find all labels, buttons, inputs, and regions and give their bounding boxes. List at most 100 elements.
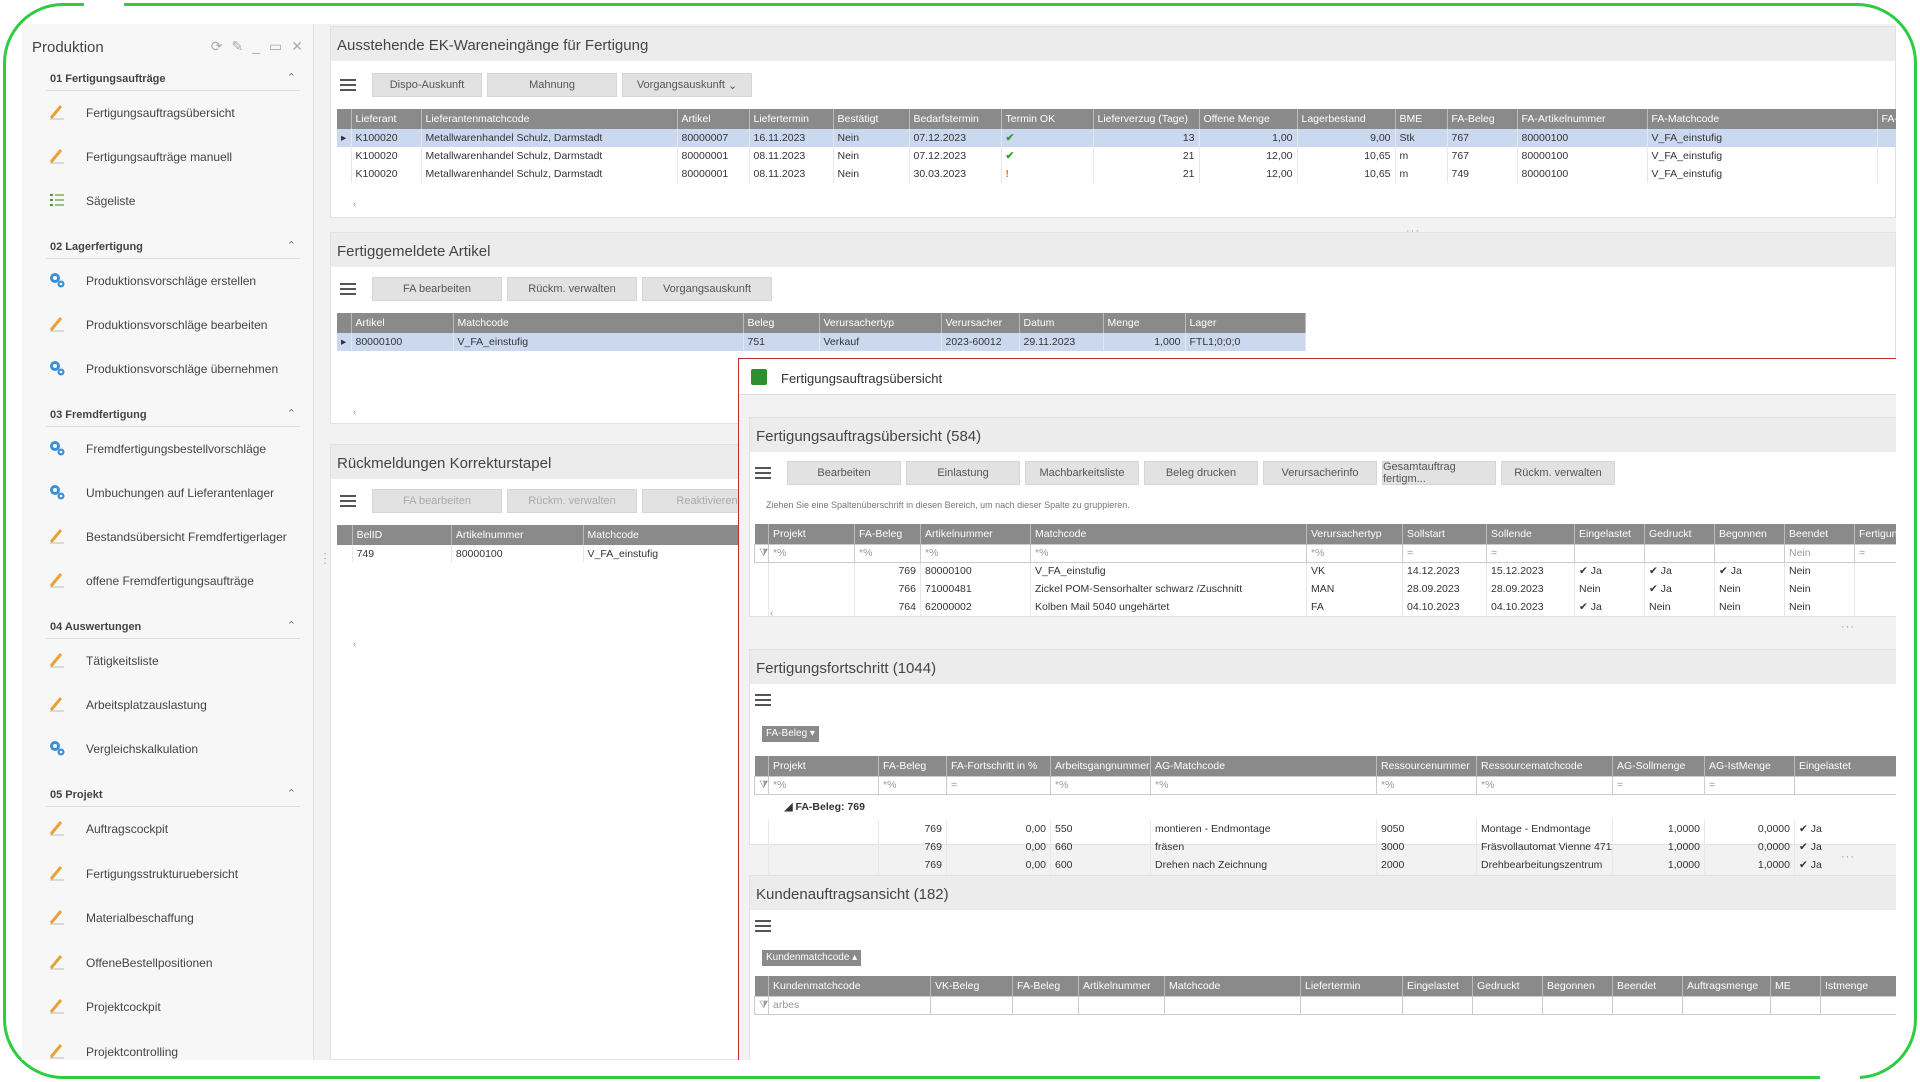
filter-istmenge[interactable]: [1820, 995, 1896, 1015]
col-header-sollende[interactable]: Sollende: [1486, 524, 1575, 544]
filter-beendet[interactable]: Nein: [1784, 543, 1855, 563]
sidebar-item-vergleichskalkulation[interactable]: Vergleichskalkulation: [46, 735, 300, 761]
filter-icon[interactable]: ⧩: [754, 995, 769, 1015]
fa-bearbeiten-button[interactable]: FA bearbeiten: [372, 489, 502, 513]
group-row[interactable]: ◢ FA-Beleg: 769: [754, 794, 1896, 820]
sidebar-section-05-projekt[interactable]: 05 Projekt ⌃: [46, 783, 300, 807]
sidebar-item-fertigungsauftraege-manuell[interactable]: Fertigungsaufträge manuell: [46, 143, 300, 169]
col-header-arbeitsgangnummer[interactable]: Arbeitsgangnummer: [1050, 756, 1151, 776]
filter-ag-matchcode[interactable]: *%: [1150, 775, 1377, 795]
scroll-left-icon[interactable]: ‹: [353, 639, 356, 650]
table-row[interactable]: K100020 Metallwarenhandel Schulz, Darmsta…: [337, 147, 1896, 165]
sidebar-section-03-fremdfertigung[interactable]: 03 Fremdfertigung ⌃: [46, 403, 300, 427]
col-header-matchcode[interactable]: Matchcode: [453, 313, 744, 333]
table-row[interactable]: K100020 Metallwarenhandel Schulz, Darmsta…: [337, 165, 1896, 183]
sidebar-item-projektcontrolling[interactable]: Projektcontrolling: [46, 1038, 300, 1061]
col-header-liefertermin[interactable]: Liefertermin: [749, 109, 834, 129]
col-header-matchcode[interactable]: Matchcode: [1030, 524, 1307, 544]
col-header-begonnen[interactable]: Begonnen: [1542, 976, 1613, 996]
col-header-fa-beleg[interactable]: FA-Beleg: [1447, 109, 1518, 129]
sidebar-item-fertigungsstrukturuebersicht[interactable]: Fertigungsstrukturuebersicht: [46, 860, 300, 886]
filter-fa-fortschritt-in[interactable]: =: [946, 775, 1051, 795]
filter-arbeitsgangnummer[interactable]: *%: [1050, 775, 1151, 795]
filter-fa-beleg[interactable]: [1012, 995, 1079, 1015]
col-header-me[interactable]: ME: [1770, 976, 1821, 996]
scroll-left-icon[interactable]: ‹: [353, 407, 356, 418]
filter-ag-sollmenge[interactable]: =: [1612, 775, 1705, 795]
col-header-vk-beleg[interactable]: VK-Beleg: [930, 976, 1013, 996]
col-header-lieferant[interactable]: Lieferant: [351, 109, 422, 129]
close-icon[interactable]: ✕: [291, 38, 303, 55]
col-header-offene-menge[interactable]: Offene Menge: [1199, 109, 1298, 129]
vorgangsauskunft-button[interactable]: Vorgangsauskunft ⌄: [622, 73, 752, 97]
col-header-auftragsmenge[interactable]: Auftragsmenge: [1682, 976, 1771, 996]
col-header-verursacher[interactable]: Verursacher: [941, 313, 1020, 333]
table-row[interactable]: ▸ K100020 Metallwarenhandel Schulz, Darmst…: [337, 129, 1896, 147]
collapse-icon[interactable]: ⌃: [287, 407, 296, 420]
filter-projekt[interactable]: *%: [768, 775, 879, 795]
sidebar-section-02-lagerfertigung[interactable]: 02 Lagerfertigung ⌃: [46, 235, 300, 259]
col-header-sollstart[interactable]: Sollstart: [1402, 524, 1487, 544]
fa-bearbeiten-button[interactable]: FA bearbeiten: [372, 277, 502, 301]
table-row[interactable]: 749 80000100 V_FA_einstufig: [337, 545, 768, 563]
refresh-icon[interactable]: ⟳: [211, 38, 223, 55]
col-header-gedruckt[interactable]: Gedruckt: [1644, 524, 1715, 544]
col-header-begonnen[interactable]: Begonnen: [1714, 524, 1785, 544]
col-header-eingelastet[interactable]: Eingelastet: [1794, 756, 1896, 776]
hamburger-menu-icon[interactable]: [339, 493, 357, 509]
sidebar-item-offenebestellpositionen[interactable]: OffeneBestellpositionen: [46, 949, 300, 975]
sidebar-section-01-fertigungsauftraege[interactable]: 01 Fertigungsaufträge ⌃: [46, 67, 300, 91]
bearbeiten-button[interactable]: Bearbeiten: [787, 461, 901, 485]
sidebar-item-produktionsvorschlaege-bearbeiten[interactable]: Produktionsvorschläge bearbeiten: [46, 311, 300, 337]
mahnung-button[interactable]: Mahnung: [487, 73, 617, 97]
col-header-artikelnummer[interactable]: Artikelnummer: [451, 525, 584, 545]
sidebar-item-bestandsuebersicht-fremdfertigerlager[interactable]: Bestandsübersicht Fremdfertigerlager: [46, 523, 300, 549]
machbarkeitsliste-button[interactable]: Machbarkeitsliste: [1025, 461, 1139, 485]
rueckm-verwalten-button[interactable]: Rückm. verwalten: [1501, 461, 1615, 485]
group-by-kundenmatchcode-chip[interactable]: Kundenmatchcode ▴: [762, 950, 862, 966]
filter-ressourcematchcode[interactable]: *%: [1476, 775, 1613, 795]
hamburger-menu-icon[interactable]: [339, 77, 357, 93]
filter-sollende[interactable]: =: [1486, 543, 1575, 563]
filter-matchcode[interactable]: *%: [1030, 543, 1307, 563]
scroll-left-icon[interactable]: ‹: [353, 199, 356, 210]
sidebar-item-produktionsvorschlaege-uebernehmen[interactable]: Produktionsvorschläge übernehmen: [46, 355, 300, 381]
col-header-ag-sollmenge[interactable]: AG-Sollmenge: [1612, 756, 1705, 776]
col-header-fa-fortschritt-in[interactable]: FA-Fortschritt in %: [946, 756, 1051, 776]
beleg-drucken-button[interactable]: Beleg drucken: [1144, 461, 1258, 485]
col-header-istmenge[interactable]: Istmenge: [1820, 976, 1896, 996]
col-header-kundenmatchcode[interactable]: Kundenmatchcode: [768, 976, 931, 996]
group-by-fa-beleg-chip[interactable]: FA-Beleg ▾: [762, 726, 819, 742]
sidebar-item-produktionsvorschlaege-erstellen[interactable]: Produktionsvorschläge erstellen: [46, 267, 300, 293]
filter-verursachertyp[interactable]: *%: [1306, 543, 1403, 563]
col-header-fa-beleg[interactable]: FA-Beleg: [878, 756, 947, 776]
col-header-lagerbestand[interactable]: Lagerbestand: [1297, 109, 1396, 129]
filter-projekt[interactable]: *%: [768, 543, 855, 563]
col-header-beendet[interactable]: Beendet: [1784, 524, 1855, 544]
minimize-icon[interactable]: _: [252, 38, 260, 55]
collapse-icon[interactable]: ⌃: [287, 619, 296, 632]
col-header-ressourcenummer[interactable]: Ressourcenummer: [1376, 756, 1477, 776]
col-header-termin-ok[interactable]: Termin OK: [1001, 109, 1094, 129]
col-header-ressourcematchcode[interactable]: Ressourcematchcode: [1476, 756, 1613, 776]
filter-ag-istmenge[interactable]: =: [1704, 775, 1795, 795]
sidebar-item-fremdfertigungsbestellvorschlaege[interactable]: Fremdfertigungsbestellvorschläge: [46, 435, 300, 461]
filter-artikelnummer[interactable]: *%: [920, 543, 1031, 563]
collapse-icon[interactable]: ⌃: [287, 787, 296, 800]
rueckm-verwalten-button[interactable]: Rückm. verwalten: [507, 489, 637, 513]
col-header-eingelastet[interactable]: Eingelastet: [1402, 976, 1473, 996]
table-row[interactable]: 769 0,00 600 Drehen nach Zeichnung 2000 Drehb…: [754, 856, 1896, 874]
filter-fa-beleg[interactable]: *%: [878, 775, 947, 795]
filter-fertigungsmenge[interactable]: =: [1854, 543, 1896, 563]
col-header-artikelnummer[interactable]: Artikelnummer: [920, 524, 1031, 544]
hamburger-menu-icon[interactable]: [754, 692, 772, 708]
scroll-left-icon[interactable]: ‹: [770, 608, 773, 619]
sidebar-item-fertigungsauftragsuebersicht[interactable]: Fertigungsauftragsübersicht: [46, 99, 300, 125]
col-header-bme[interactable]: BME: [1395, 109, 1448, 129]
col-header-lieferantenmatchcode[interactable]: Lieferantenmatchcode: [421, 109, 678, 129]
col-header-artikelnummer[interactable]: Artikelnummer: [1078, 976, 1165, 996]
dispo-auskunft-button[interactable]: Dispo-Auskunft: [372, 73, 482, 97]
col-header-ag-matchcode[interactable]: AG-Matchcode: [1150, 756, 1377, 776]
filter-kundenmatchcode[interactable]: arbes: [768, 995, 931, 1015]
col-header-bedarfstermin[interactable]: Bedarfstermin: [909, 109, 1002, 129]
